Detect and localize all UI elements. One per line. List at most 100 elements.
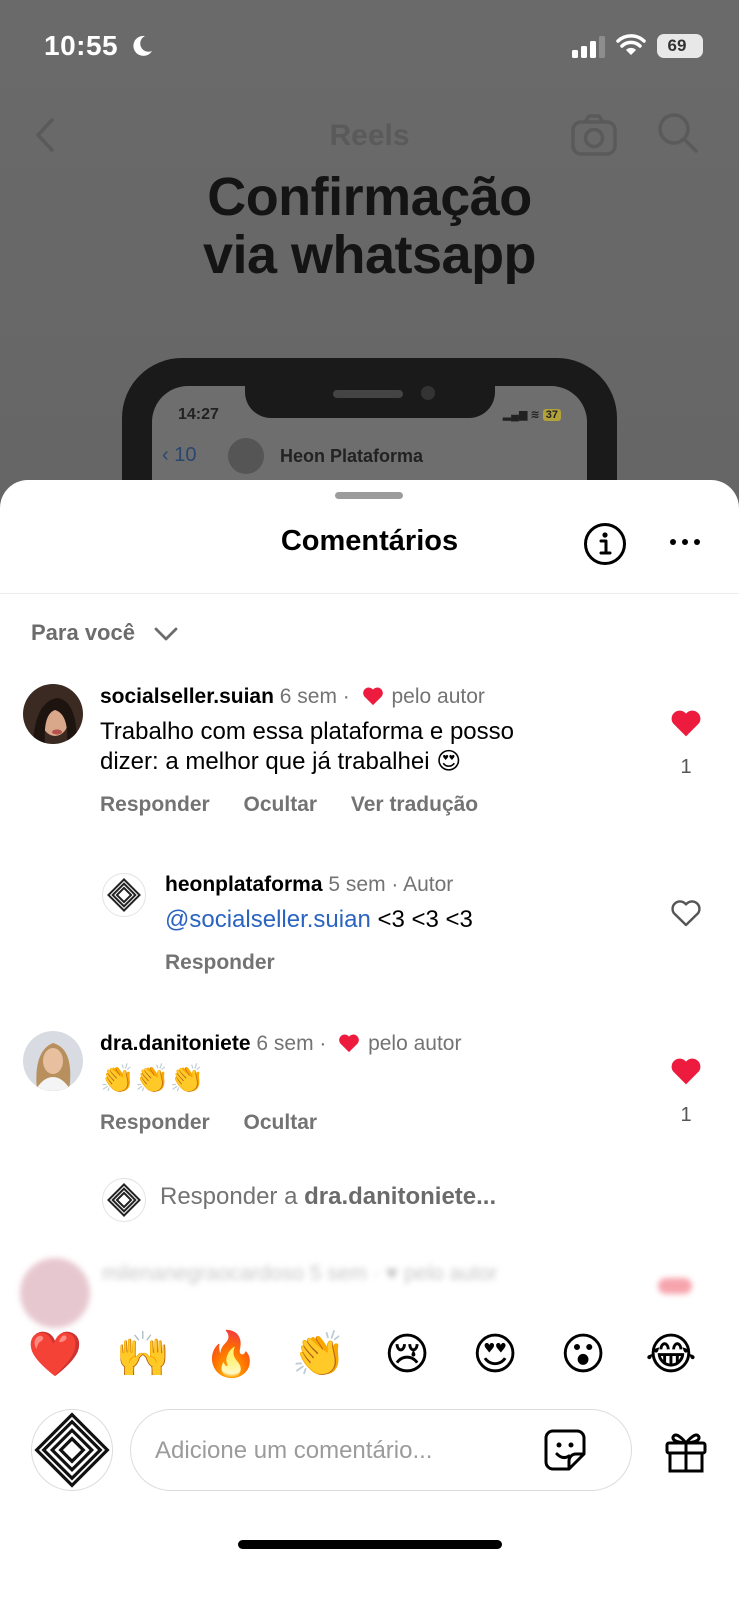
home-indicator: [238, 1540, 502, 1549]
comment-meta: dra.danitoniete 6 sem · pelo autor: [100, 1032, 462, 1055]
emoji-surprised[interactable]: 😮: [553, 1325, 613, 1385]
moon-icon: [133, 35, 152, 56]
emoji-clap[interactable]: 👏: [289, 1325, 349, 1385]
emoji-heart-eyes[interactable]: 😍: [465, 1325, 525, 1385]
comment-actions: Responder Ocultar Ver tradução: [100, 793, 506, 817]
heart-filled-icon[interactable]: [670, 1056, 702, 1086]
reply-prompt-prefix: Responder a: [160, 1183, 298, 1210]
comment-time: 6 sem: [256, 1032, 314, 1055]
avatar-photo: [23, 1031, 83, 1091]
chat-back: ‹ 10: [162, 444, 197, 466]
heon-logo-icon: [107, 878, 141, 912]
phone-status: ▂▄▆ ≋ 37: [503, 408, 561, 421]
heart-outline-icon[interactable]: [670, 898, 702, 928]
heart-icon: [362, 687, 383, 706]
mention-link[interactable]: @socialseller.suian: [165, 906, 371, 933]
emoji-laughing[interactable]: 😂: [641, 1325, 701, 1385]
search-icon[interactable]: [656, 111, 700, 155]
emoji-bar: ❤️ 🙌 🔥 👏 😢 😍 😮 😂: [0, 1325, 739, 1395]
notch-camera: [421, 386, 435, 400]
comment-meta: socialseller.suian 6 sem · pelo autor: [100, 685, 485, 708]
gift-icon[interactable]: [664, 1429, 708, 1473]
status-time: 10:55: [44, 30, 119, 61]
liked-by-author-label: pelo autor: [403, 1262, 498, 1285]
reel-headline-line2: via whatsapp: [202, 225, 537, 285]
user-avatar[interactable]: [31, 1409, 113, 1491]
more-options-icon[interactable]: [668, 530, 702, 554]
heart-icon: [339, 1034, 360, 1053]
comment-text: 👏👏👏: [100, 1063, 205, 1094]
heart-filled-icon[interactable]: [670, 708, 702, 738]
notch-speaker: [333, 390, 403, 398]
chat-avatar: [228, 438, 264, 474]
heon-logo-icon: [34, 1412, 110, 1488]
filter-dropdown[interactable]: Para você: [31, 620, 135, 646]
info-icon[interactable]: [583, 522, 627, 566]
comment-time: 5 sem: [328, 873, 386, 896]
chat-name: Heon Plataforma: [280, 446, 424, 466]
wifi-icon: [616, 34, 646, 55]
comment-username: milenanegraocardoso: [102, 1262, 304, 1285]
like-count: 1: [680, 756, 692, 778]
reel-background: Confirmação via whatsapp 14:27 ▂▄▆ ≋ 37 …: [0, 0, 739, 500]
reply-button[interactable]: Responder: [165, 951, 275, 974]
chat-back-count: 10: [174, 444, 197, 466]
hide-button[interactable]: Ocultar: [244, 1111, 318, 1134]
sheet-divider: [0, 593, 739, 594]
comment-input-placeholder: Adicione um comentário...: [155, 1437, 433, 1464]
translate-button[interactable]: Ver tradução: [351, 793, 478, 816]
liked-by-author-label: pelo autor: [391, 685, 485, 708]
comment-text: Trabalho com essa plataforma e posso diz…: [100, 718, 514, 775]
comment-time: 6 sem: [279, 685, 337, 708]
liked-by-author-label: pelo autor: [368, 1032, 462, 1055]
battery-icon: 69: [657, 34, 703, 58]
emoji-raised-hands[interactable]: 🙌: [113, 1325, 173, 1385]
avatar[interactable]: [23, 1031, 83, 1091]
author-badge: Autor: [403, 873, 454, 896]
avatar: [20, 1258, 90, 1328]
reply-prompt[interactable]: Responder a dra.danitoniete...: [160, 1183, 496, 1211]
author-avatar: [102, 1178, 146, 1222]
drag-handle[interactable]: [335, 492, 403, 499]
comment-actions: Responder Ocultar: [100, 1111, 345, 1135]
comment-text: @socialseller.suian <3 <3 <3: [165, 905, 635, 935]
comment-meta: heonplataforma 5 sem · Autor: [165, 873, 454, 896]
phone-battery: 37: [542, 409, 561, 421]
comment-actions: Responder: [165, 951, 303, 975]
signal-icon: [572, 36, 605, 58]
blurred-comment-meta: milenanegraocardoso 5 sem · ♥ pelo autor: [102, 1262, 498, 1285]
author-avatar[interactable]: [102, 873, 146, 917]
emoji-fire[interactable]: 🔥: [201, 1325, 261, 1385]
comment-input[interactable]: Adicione um comentário...: [130, 1409, 632, 1491]
avatar-photo: [23, 684, 83, 744]
reply-text: <3 <3 <3: [377, 906, 473, 933]
heart-icon: [658, 1278, 692, 1294]
comment-composer: Adicione um comentário...: [0, 1405, 739, 1495]
camera-icon[interactable]: [570, 113, 618, 157]
emoji-crying[interactable]: 😢: [377, 1325, 437, 1385]
heon-logo-icon: [107, 1183, 141, 1217]
comment-username[interactable]: dra.danitoniete: [100, 1032, 251, 1055]
comments-sheet: Comentários Para você socialseller.suian…: [0, 480, 739, 1600]
sticker-icon[interactable]: [543, 1428, 587, 1472]
hide-button[interactable]: Ocultar: [244, 793, 318, 816]
reply-button[interactable]: Responder: [100, 793, 210, 816]
emoji-heart[interactable]: ❤️: [25, 1325, 85, 1385]
like-count: 1: [680, 1104, 692, 1126]
comment-username[interactable]: socialseller.suian: [100, 685, 274, 708]
reply-prompt-target: dra.danitoniete...: [304, 1183, 497, 1210]
avatar[interactable]: [23, 684, 83, 744]
chevron-down-icon[interactable]: [154, 627, 178, 641]
reel-headline-line1: Confirmação: [207, 167, 532, 227]
phone-notch: [245, 358, 495, 418]
reply-button[interactable]: Responder: [100, 1111, 210, 1134]
reel-header: Reels: [0, 105, 739, 165]
status-bar: 10:55 69: [0, 0, 739, 92]
comment-username[interactable]: heonplataforma: [165, 873, 323, 896]
reel-headline: Confirmação via whatsapp: [0, 168, 739, 284]
comment-time: 5 sem: [309, 1262, 367, 1285]
sheet-title: Comentários: [280, 525, 459, 557]
phone-mockup: 14:27 ▂▄▆ ≋ 37 ‹ 10 Heon Plataforma: [122, 358, 617, 500]
blurred-comment: milenanegraocardoso 5 sem · ♥ pelo autor: [10, 1250, 730, 1328]
reel-header-title: Reels: [329, 119, 410, 152]
